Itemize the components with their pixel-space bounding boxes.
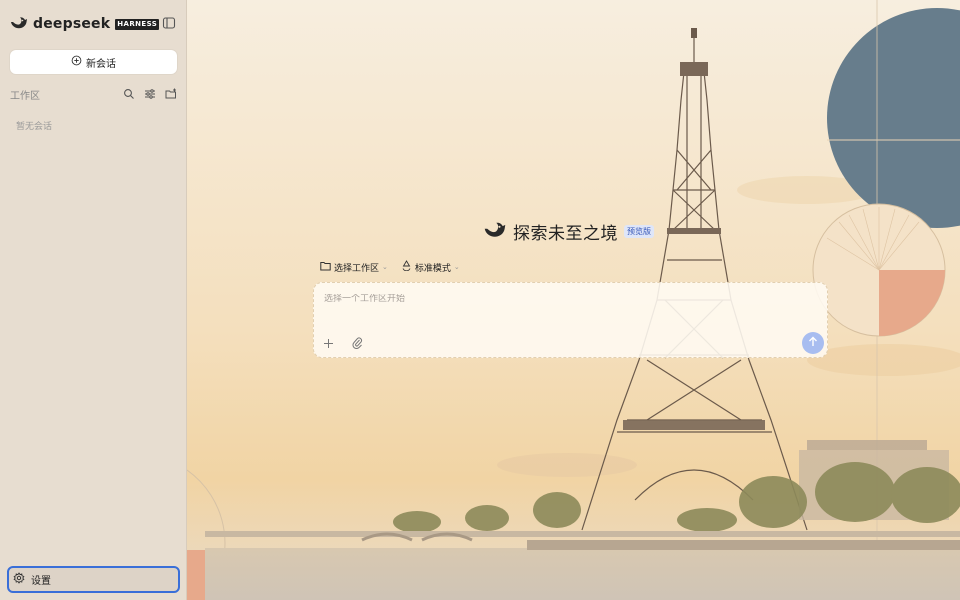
brand-word: deepseek bbox=[33, 16, 111, 32]
send-button[interactable] bbox=[802, 332, 824, 354]
new-chat-label: 新会话 bbox=[86, 58, 116, 70]
mode-selector-label: 标准模式 bbox=[414, 263, 451, 274]
search-icon[interactable] bbox=[123, 88, 135, 100]
chevron-down-icon: ⌄ bbox=[453, 263, 460, 271]
filter-icon[interactable] bbox=[144, 88, 156, 100]
gear-icon bbox=[13, 572, 25, 587]
empty-conversations-note: 暂无会话 bbox=[16, 122, 53, 132]
workspace-actions bbox=[123, 88, 177, 100]
workspace-selector-label: 选择工作区 bbox=[334, 263, 380, 274]
arrow-up-icon bbox=[808, 336, 818, 350]
attach-icon[interactable] bbox=[350, 336, 364, 350]
preview-badge: 预览版 bbox=[624, 224, 654, 238]
mode-cycle-icon bbox=[401, 260, 412, 274]
settings-label: 设置 bbox=[31, 576, 51, 587]
brand: deepseek HARNESS bbox=[10, 14, 160, 34]
message-input[interactable] bbox=[324, 294, 784, 304]
mode-selector[interactable]: 标准模式 ⌄ bbox=[401, 260, 460, 274]
workspace-header: 工作区 bbox=[10, 86, 177, 102]
whale-logo-icon bbox=[483, 221, 507, 242]
workspace-selector[interactable]: 选择工作区 ⌄ bbox=[320, 261, 388, 274]
plus-circle-icon bbox=[71, 55, 82, 69]
hero: 探索未至之境 预览版 bbox=[483, 220, 654, 244]
whale-logo-icon bbox=[10, 16, 28, 33]
sidebar-toggle-icon[interactable] bbox=[162, 16, 176, 30]
sidebar: deepseek HARNESS 新会话 工作区 暂无会话 设置 bbox=[0, 0, 187, 600]
settings-button[interactable]: 设置 bbox=[7, 566, 180, 593]
new-chat-button[interactable]: 新会话 bbox=[10, 50, 177, 74]
plus-icon[interactable] bbox=[321, 336, 335, 350]
hero-title: 探索未至之境 bbox=[513, 223, 618, 244]
workspace-title: 工作区 bbox=[10, 90, 40, 102]
folder-icon bbox=[320, 261, 331, 274]
new-folder-icon[interactable] bbox=[165, 88, 177, 100]
composer-selectors: 选择工作区 ⌄ 标准模式 ⌄ bbox=[320, 260, 460, 274]
composer bbox=[313, 282, 828, 358]
chevron-down-icon: ⌄ bbox=[382, 263, 388, 271]
main-area: 探索未至之境 预览版 选择工作区 ⌄ 标准模式 ⌄ bbox=[187, 0, 960, 600]
brand-tag: HARNESS bbox=[115, 18, 160, 30]
